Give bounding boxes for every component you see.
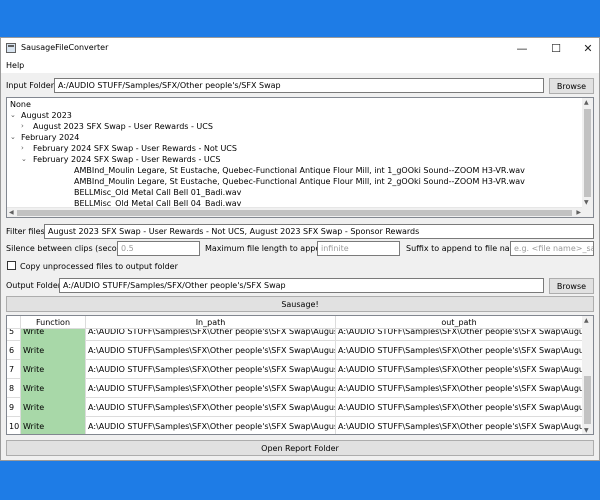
menu-help[interactable]: Help (6, 61, 24, 70)
in-path-cell[interactable]: A:\AUDIO STUFF\Samples\SFX\Other people'… (86, 360, 336, 379)
max-length-label: Maximum file length to append (205, 244, 331, 253)
sausage-button[interactable]: Sausage! (6, 296, 594, 312)
out-path-cell[interactable]: A:\AUDIO STUFF\Samples\SFX\Other people'… (336, 398, 583, 417)
app-window: SausageFileConverter — ☐ ✕ Help Input Fo… (0, 37, 600, 461)
chevron-down-icon[interactable]: ⌄ (10, 110, 16, 121)
table-vertical-scrollbar[interactable]: ▲ ▼ (582, 316, 593, 434)
input-folder-label: Input Folder: (6, 81, 57, 90)
scroll-right-icon[interactable]: ▶ (576, 209, 581, 217)
table-corner (7, 316, 21, 329)
header-function[interactable]: Function (21, 316, 86, 329)
function-cell[interactable]: Write (21, 360, 86, 379)
tree-hscroll-thumb[interactable] (17, 210, 572, 216)
table-scroll-thumb[interactable] (584, 376, 591, 424)
output-browse-button[interactable]: Browse (549, 278, 594, 294)
maximize-button[interactable]: ☐ (541, 38, 571, 59)
chevron-down-icon[interactable]: ⌄ (21, 154, 27, 165)
row-number[interactable]: 6 (7, 341, 21, 360)
chevron-down-icon[interactable]: ⌄ (10, 132, 16, 143)
function-cell[interactable]: Write (21, 341, 86, 360)
out-path-cell[interactable]: A:\AUDIO STUFF\Samples\SFX\Other people'… (336, 379, 583, 398)
input-folder-field[interactable]: A:/AUDIO STUFF/Samples/SFX/Other people'… (54, 78, 544, 93)
header-out-path[interactable]: out_path (336, 316, 583, 329)
filter-files-label: Filter files: (6, 227, 48, 236)
in-path-cell[interactable]: A:\AUDIO STUFF\Samples\SFX\Other people'… (86, 398, 336, 417)
scroll-left-icon[interactable]: ◀ (9, 209, 14, 217)
tree-item[interactable]: August 2023 SFX Swap - User Rewards - UC… (33, 121, 213, 132)
table-row[interactable]: 6 Write A:\AUDIO STUFF\Samples\SFX\Other p… (7, 341, 583, 360)
out-path-cell[interactable]: A:\AUDIO STUFF\Samples\SFX\Other people'… (336, 360, 583, 379)
chevron-right-icon[interactable]: › (21, 121, 24, 132)
in-path-cell[interactable]: A:\AUDIO STUFF\Samples\SFX\Other people'… (86, 341, 336, 360)
menu-bar: Help (1, 59, 599, 73)
copy-unprocessed-label: Copy unprocessed files to output folder (20, 262, 178, 271)
tree-item[interactable]: February 2024 (21, 132, 79, 143)
row-number[interactable]: 9 (7, 398, 21, 417)
tree-item[interactable]: August 2023 (21, 110, 72, 121)
tree-item[interactable]: AMBInd_Moulin Legare, St Eustache, Quebe… (74, 165, 525, 176)
function-cell[interactable]: Write (21, 417, 86, 434)
out-path-cell[interactable]: A:\AUDIO STUFF\Samples\SFX\Other people'… (336, 341, 583, 360)
file-tree[interactable]: None ⌄ August 2023 › August 2023 SFX Swap - … (6, 97, 594, 218)
chevron-right-icon[interactable]: › (21, 143, 24, 154)
max-length-field[interactable]: infinite (317, 241, 400, 256)
table-row[interactable]: 8 Write A:\AUDIO STUFF\Samples\SFX\Other p… (7, 379, 583, 398)
tree-vertical-scrollbar[interactable]: ▲ ▼ (582, 98, 593, 208)
row-number[interactable]: 10 (7, 417, 21, 434)
row-number[interactable]: 8 (7, 379, 21, 398)
open-report-folder-button[interactable]: Open Report Folder (6, 440, 594, 456)
function-cell[interactable]: Write (21, 379, 86, 398)
in-path-cell[interactable]: A:\AUDIO STUFF\Samples\SFX\Other people'… (86, 417, 336, 434)
tree-item[interactable]: BELLMisc_Old Metal Call Bell 01_Badi.wav (74, 187, 241, 198)
header-in-path[interactable]: In_path (86, 316, 336, 329)
tree-item[interactable]: None (10, 99, 31, 110)
title-bar[interactable]: SausageFileConverter — ☐ ✕ (1, 38, 599, 59)
function-cell[interactable]: Write (21, 398, 86, 417)
suffix-label: Suffix to append to file name: (406, 244, 526, 253)
close-button[interactable]: ✕ (573, 38, 599, 59)
tree-item[interactable]: February 2024 SFX Swap - User Rewards - … (33, 143, 237, 154)
out-path-cell[interactable]: A:\AUDIO STUFF\Samples\SFX\Other people'… (336, 417, 583, 434)
scroll-down-icon[interactable]: ▼ (584, 199, 589, 207)
tree-horizontal-scrollbar[interactable]: ◀ ▶ (7, 207, 583, 217)
scroll-corner (582, 207, 593, 217)
copy-unprocessed-checkbox[interactable] (7, 261, 16, 270)
tree-item[interactable]: February 2024 SFX Swap - User Rewards - … (33, 154, 220, 165)
results-table[interactable]: 10 Write A:\AUDIO STUFF\Samples\SFX\Other … (6, 315, 594, 435)
tree-item[interactable]: AMBInd_Moulin Legare, St Eustache, Quebe… (74, 176, 525, 187)
suffix-field[interactable]: e.g. <file name>_saus... (510, 241, 594, 256)
input-browse-button[interactable]: Browse (549, 78, 594, 94)
scroll-up-icon[interactable]: ▲ (584, 99, 589, 107)
table-row[interactable]: 7 Write A:\AUDIO STUFF\Samples\SFX\Other p… (7, 360, 583, 379)
table-row[interactable]: 9 Write A:\AUDIO STUFF\Samples\SFX\Other p… (7, 398, 583, 417)
in-path-cell[interactable]: A:\AUDIO STUFF\Samples\SFX\Other people'… (86, 379, 336, 398)
silence-field[interactable]: 0.5 (117, 241, 200, 256)
output-folder-label: Output Folder: (6, 281, 64, 290)
row-number[interactable]: 7 (7, 360, 21, 379)
tree-vscroll-thumb[interactable] (584, 109, 591, 197)
scroll-up-icon[interactable]: ▲ (584, 317, 589, 325)
scroll-down-icon[interactable]: ▼ (584, 427, 589, 434)
app-icon (6, 43, 16, 53)
filter-files-field[interactable]: August 2023 SFX Swap - User Rewards - No… (44, 224, 594, 239)
minimize-button[interactable]: — (507, 38, 537, 59)
window-title: SausageFileConverter (21, 43, 109, 52)
silence-label: Silence between clips (seconds) (6, 244, 135, 253)
output-folder-field[interactable]: A:/AUDIO STUFF/Samples/SFX/Other people'… (59, 278, 544, 293)
table-row[interactable]: 10 Write A:\AUDIO STUFF\Samples\SFX\Other … (7, 417, 583, 434)
